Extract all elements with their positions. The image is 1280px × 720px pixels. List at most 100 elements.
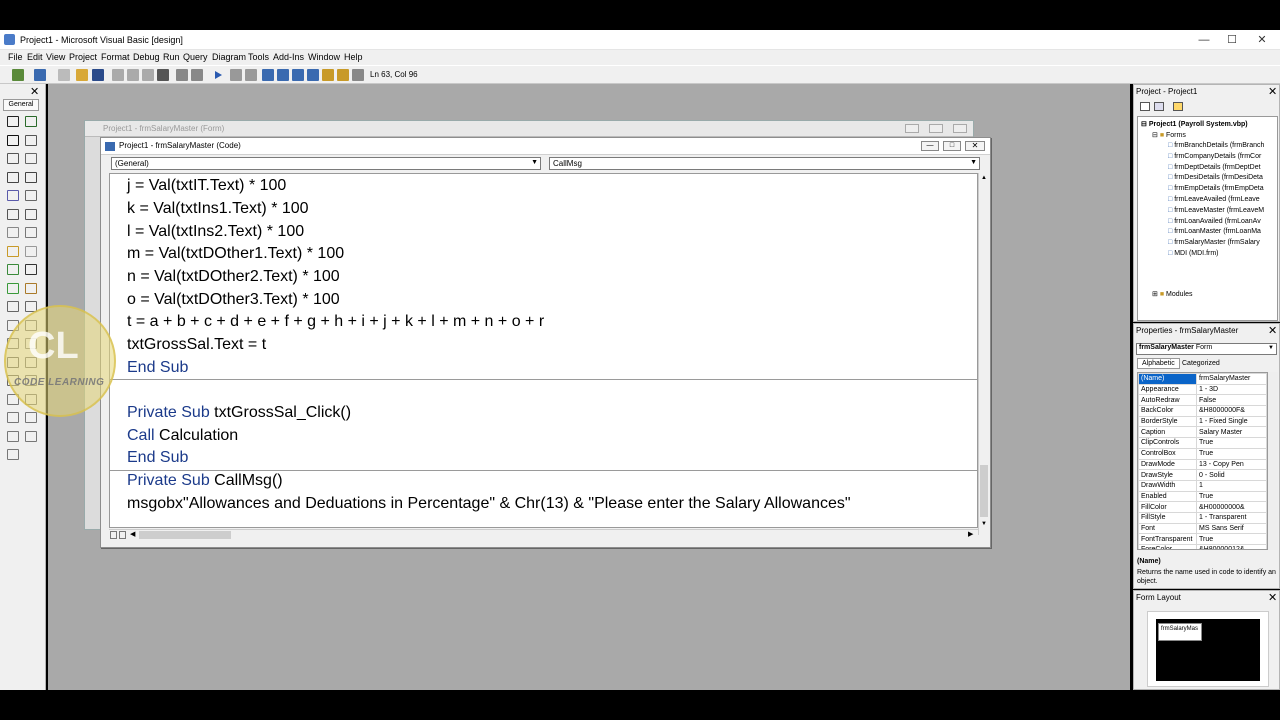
tree-form-item[interactable]: □ frmLoanAvailed (frmLoanAv bbox=[1168, 218, 1261, 225]
tree-form-item[interactable]: □ frmLeaveAvailed (frmLeave bbox=[1168, 196, 1260, 203]
redo-icon[interactable] bbox=[191, 69, 203, 81]
menu-format[interactable]: Format bbox=[101, 52, 130, 62]
menu-diagram[interactable]: Diagram bbox=[212, 52, 246, 62]
property-row[interactable]: DrawMode 13 - Copy Pen bbox=[1138, 458, 1267, 471]
tree-form-item[interactable]: □ frmSalaryMaster (frmSalary bbox=[1168, 239, 1260, 246]
menu-run[interactable]: Run bbox=[163, 52, 180, 62]
maximize-button[interactable]: ☐ bbox=[1224, 33, 1240, 47]
procedure-view-icon[interactable] bbox=[110, 531, 117, 539]
menu-query[interactable]: Query bbox=[183, 52, 208, 62]
view-object-icon[interactable] bbox=[1154, 102, 1164, 111]
toolbox-filelistbox-icon[interactable] bbox=[25, 245, 37, 257]
form-minimize-button[interactable] bbox=[905, 124, 919, 133]
add-form-icon[interactable] bbox=[34, 69, 46, 81]
data-view-icon[interactable] bbox=[337, 69, 349, 81]
add-project-icon[interactable] bbox=[12, 69, 24, 81]
menu-debug[interactable]: Debug bbox=[133, 52, 160, 62]
form-layout-close-icon[interactable]: ✕ bbox=[1268, 591, 1277, 604]
toolbox-winsock-icon[interactable] bbox=[7, 449, 19, 460]
code-restore-button[interactable]: □ bbox=[943, 141, 961, 151]
scroll-left-icon[interactable]: ◀ bbox=[130, 530, 135, 538]
collapse-icon[interactable]: ⊟ bbox=[1141, 121, 1149, 128]
scroll-right-icon[interactable]: ▶ bbox=[968, 530, 973, 538]
toolbox-commandbutton-icon[interactable] bbox=[25, 153, 37, 164]
toolbox-shape-icon[interactable] bbox=[7, 264, 19, 275]
code-horizontal-scrollbar[interactable]: ◀ ▶ bbox=[109, 529, 978, 540]
code-close-button[interactable]: ✕ bbox=[965, 141, 985, 151]
toolbox-timer-icon[interactable] bbox=[7, 227, 19, 238]
tree-form-item[interactable]: □ frmDeptDetails (frmDeptDet bbox=[1168, 164, 1261, 171]
toolbox-textbox-icon[interactable] bbox=[25, 134, 37, 146]
menu-file[interactable]: File bbox=[8, 52, 23, 62]
property-row[interactable]: Font MS Sans Serif bbox=[1138, 522, 1267, 535]
property-row[interactable]: Caption Salary Master bbox=[1138, 426, 1267, 439]
tab-alphabetic[interactable]: Alphabetic bbox=[1137, 358, 1180, 369]
minimize-button[interactable]: — bbox=[1196, 33, 1212, 47]
tree-forms-folder[interactable]: ⊟ ■ Forms bbox=[1152, 131, 1186, 139]
toolbox-picturebox-icon[interactable] bbox=[25, 116, 37, 127]
form-preview[interactable]: frmSalaryMas bbox=[1158, 623, 1202, 641]
break-icon[interactable] bbox=[230, 69, 242, 81]
property-row[interactable]: FillColor &H00000000& bbox=[1138, 501, 1267, 513]
toolbox-data-icon[interactable] bbox=[25, 282, 37, 294]
paste-icon[interactable] bbox=[142, 69, 154, 81]
toolbox-imagelist-icon[interactable] bbox=[25, 412, 37, 423]
toolbox-pointer-icon[interactable] bbox=[7, 116, 19, 127]
property-row[interactable]: Enabled True bbox=[1138, 490, 1267, 503]
full-module-view-icon[interactable] bbox=[119, 531, 126, 539]
tree-form-item[interactable]: □ frmDesiDetails (frmDesiDeta bbox=[1168, 174, 1263, 181]
object-selector[interactable]: frmSalaryMaster Form ▼ bbox=[1136, 343, 1277, 355]
tree-project-root[interactable]: ⊟ Project1 (Payroll System.vbp) bbox=[1141, 120, 1248, 128]
undo-icon[interactable] bbox=[176, 69, 188, 81]
toolbox-close-icon[interactable]: ✕ bbox=[30, 85, 39, 98]
tree-form-item[interactable]: □ frmCompanyDetails (frmCor bbox=[1168, 153, 1261, 160]
menu-window[interactable]: Window bbox=[308, 52, 340, 62]
object-browser-icon[interactable] bbox=[307, 69, 319, 81]
project-close-icon[interactable]: ✕ bbox=[1268, 85, 1277, 98]
tree-modules-folder[interactable]: ⊞ ■ Modules bbox=[1152, 290, 1192, 298]
toolbox-ole-icon[interactable] bbox=[7, 301, 19, 312]
component-manager-icon[interactable] bbox=[352, 69, 364, 81]
procedure-combo[interactable]: CallMsg ▼ bbox=[549, 157, 980, 170]
tree-form-item[interactable]: □ frmBranchDetails (frmBranch bbox=[1168, 142, 1264, 149]
toolbox-tab-general[interactable]: General bbox=[3, 99, 39, 111]
toolbox-combobox-icon[interactable] bbox=[7, 190, 19, 201]
toolbox-dirlistbox-icon[interactable] bbox=[7, 245, 19, 257]
start-icon[interactable] bbox=[215, 71, 222, 79]
collapse-icon[interactable]: ⊟ bbox=[1152, 132, 1160, 139]
copy-icon[interactable] bbox=[127, 69, 139, 81]
menu-tools[interactable]: Tools bbox=[248, 52, 269, 62]
toolbox-drivelistbox-icon[interactable] bbox=[25, 227, 37, 238]
save-project-icon[interactable] bbox=[92, 69, 104, 81]
find-icon[interactable] bbox=[157, 69, 169, 81]
code-vertical-scrollbar[interactable]: ▲ ▼ bbox=[978, 173, 989, 535]
properties-close-icon[interactable]: ✕ bbox=[1268, 324, 1277, 337]
form-layout-icon[interactable] bbox=[292, 69, 304, 81]
toolbox-checkbox-icon[interactable] bbox=[7, 171, 19, 183]
toggle-folders-icon[interactable] bbox=[1173, 102, 1183, 111]
property-row[interactable]: ControlBox True bbox=[1138, 447, 1267, 460]
form-close-button[interactable] bbox=[953, 124, 967, 133]
menu-edit[interactable]: Edit bbox=[27, 52, 43, 62]
menu-addins[interactable]: Add-Ins bbox=[273, 52, 304, 62]
property-scrollbar[interactable] bbox=[1268, 372, 1278, 550]
expand-icon[interactable]: ⊞ bbox=[1152, 291, 1160, 298]
cut-icon[interactable] bbox=[112, 69, 124, 81]
tree-form-item[interactable]: □ frmEmpDetails (frmEmpDeta bbox=[1168, 185, 1264, 192]
menu-editor-icon[interactable] bbox=[58, 69, 70, 81]
menu-help[interactable]: Help bbox=[344, 52, 363, 62]
property-row[interactable]: DrawStyle 0 - Solid bbox=[1138, 469, 1267, 481]
toolbox-image-icon[interactable] bbox=[7, 282, 19, 294]
toolbox-icon[interactable] bbox=[322, 69, 334, 81]
property-row[interactable]: Appearance 1 - 3D bbox=[1138, 383, 1267, 396]
property-row[interactable]: BackColor &H8000000F& bbox=[1138, 405, 1267, 417]
open-project-icon[interactable] bbox=[76, 69, 88, 81]
toolbox-listbox-icon[interactable] bbox=[25, 190, 37, 201]
project-explorer-icon[interactable] bbox=[262, 69, 274, 81]
menu-view[interactable]: View bbox=[46, 52, 65, 62]
toolbox-tabstrip-icon[interactable] bbox=[25, 430, 37, 442]
close-button[interactable]: ✕ bbox=[1254, 33, 1270, 47]
property-row[interactable]: (Name) frmSalaryMaster bbox=[1138, 373, 1267, 385]
form-maximize-button[interactable] bbox=[929, 124, 943, 133]
end-icon[interactable] bbox=[245, 69, 257, 81]
